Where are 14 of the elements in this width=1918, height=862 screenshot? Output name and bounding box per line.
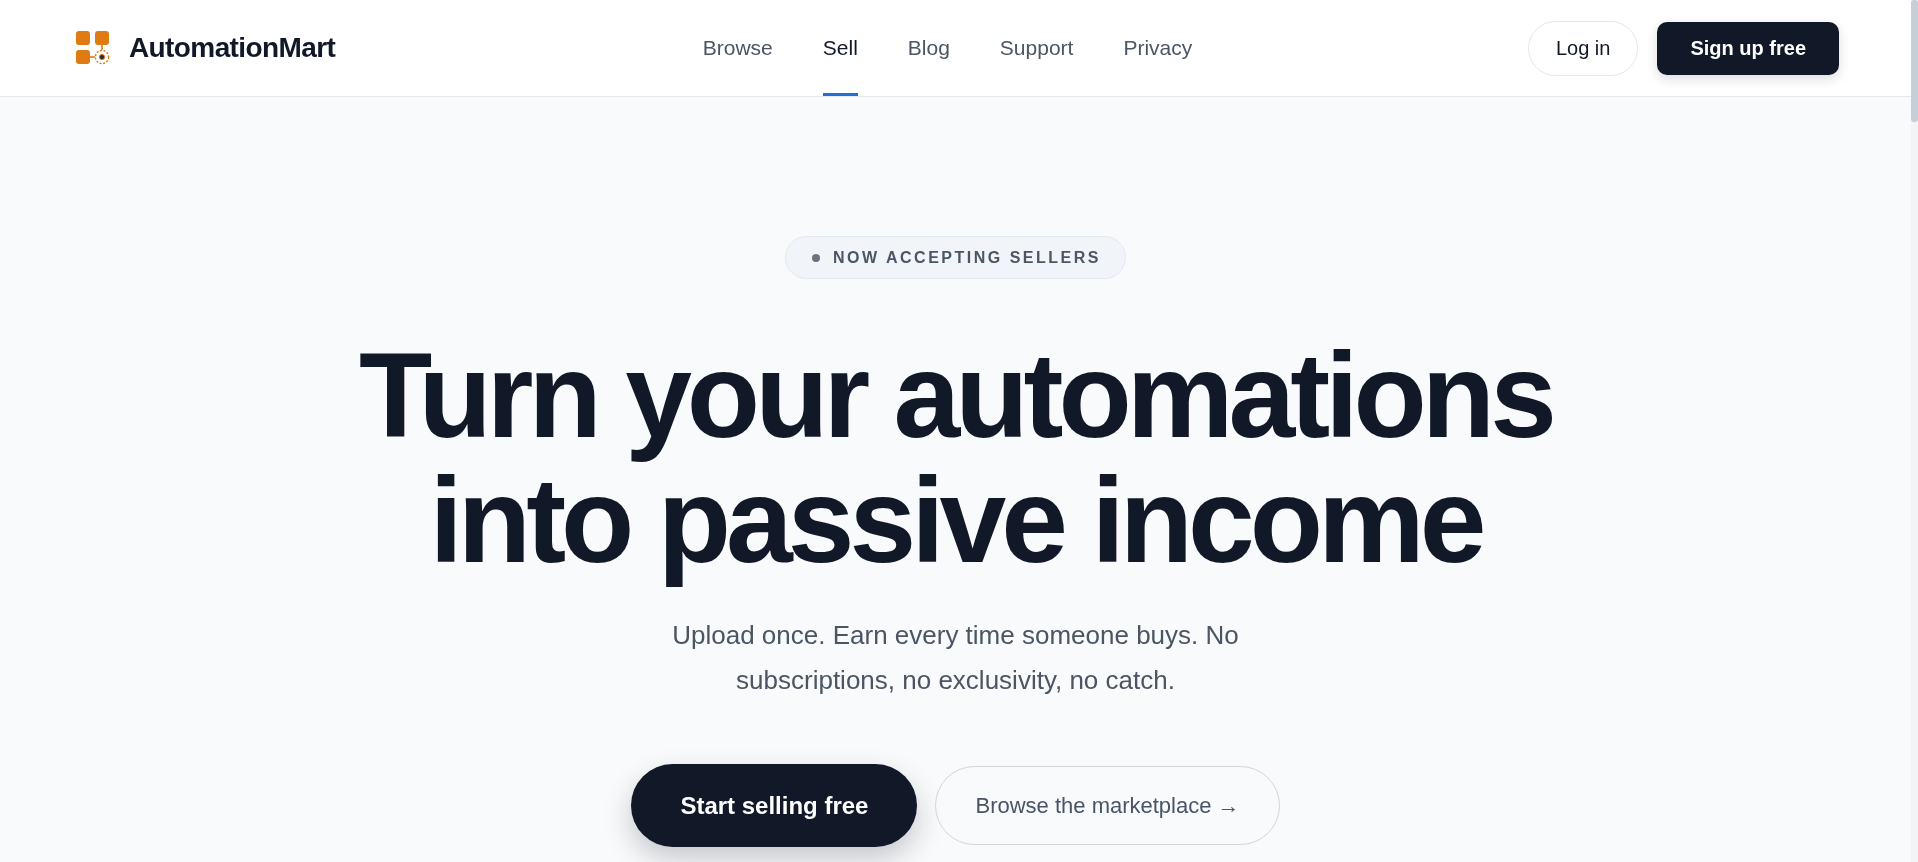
- login-button[interactable]: Log in: [1527, 20, 1639, 76]
- nav-link[interactable]: Sell: [822, 0, 858, 96]
- nav-link[interactable]: Blog: [907, 0, 950, 96]
- logo-icon: [76, 31, 110, 65]
- nav-link[interactable]: Browse: [702, 0, 773, 96]
- badge-text: NOW ACCEPTING SELLERS: [833, 247, 1101, 268]
- dot-icon: [812, 253, 821, 262]
- nav-link[interactable]: Privacy: [1123, 0, 1193, 96]
- scrollbar-thumb[interactable]: [1911, 0, 1918, 122]
- signup-button[interactable]: Sign up free: [1657, 21, 1839, 75]
- hero-subtitle: Upload once. Earn every time someone buys. No subscriptions, no exclusivity, no catch.: [671, 619, 1240, 697]
- brand-name: AutomationMart: [129, 31, 336, 65]
- start-selling-button[interactable]: Start selling free: [631, 764, 918, 847]
- nav-link[interactable]: Support: [999, 0, 1074, 96]
